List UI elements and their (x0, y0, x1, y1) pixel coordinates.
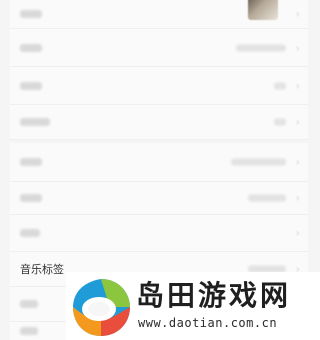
chevron-right-icon: › (295, 191, 300, 205)
row-label (20, 300, 38, 308)
watermark: 岛田游戏网 www.daotian.com.cn (66, 272, 320, 340)
row-label (20, 194, 42, 202)
chevron-right-icon: › (295, 41, 300, 54)
settings-row[interactable]: › (10, 182, 308, 215)
settings-row-avatar[interactable]: › (10, 0, 308, 29)
row-value (231, 158, 286, 166)
chevron-right-icon: › (295, 226, 300, 240)
chevron-right-icon: › (295, 115, 300, 129)
row-value (248, 194, 286, 202)
avatar[interactable] (248, 0, 278, 20)
row-value (274, 118, 286, 126)
settings-row[interactable]: › (10, 105, 308, 140)
watermark-title: 岛田游戏网 (136, 279, 292, 312)
chevron-right-icon: › (295, 7, 300, 21)
daotian-logo-icon (73, 279, 130, 336)
row-value (236, 44, 286, 51)
music-tag-label: 音乐标签 (20, 263, 64, 276)
row-label (20, 81, 42, 90)
settings-row[interactable]: › (10, 215, 308, 252)
chevron-right-icon: › (295, 79, 300, 92)
settings-row[interactable]: › (10, 29, 308, 67)
row-label (20, 10, 42, 18)
row-label (20, 43, 42, 52)
row-label (20, 118, 50, 126)
settings-row[interactable]: › (10, 143, 308, 182)
watermark-url: www.daotian.com.cn (138, 316, 278, 330)
chevron-right-icon: › (295, 155, 300, 169)
row-value (274, 82, 286, 89)
row-label (20, 158, 42, 166)
row-label (20, 327, 38, 335)
row-label (20, 229, 40, 237)
settings-row[interactable]: › (10, 67, 308, 105)
